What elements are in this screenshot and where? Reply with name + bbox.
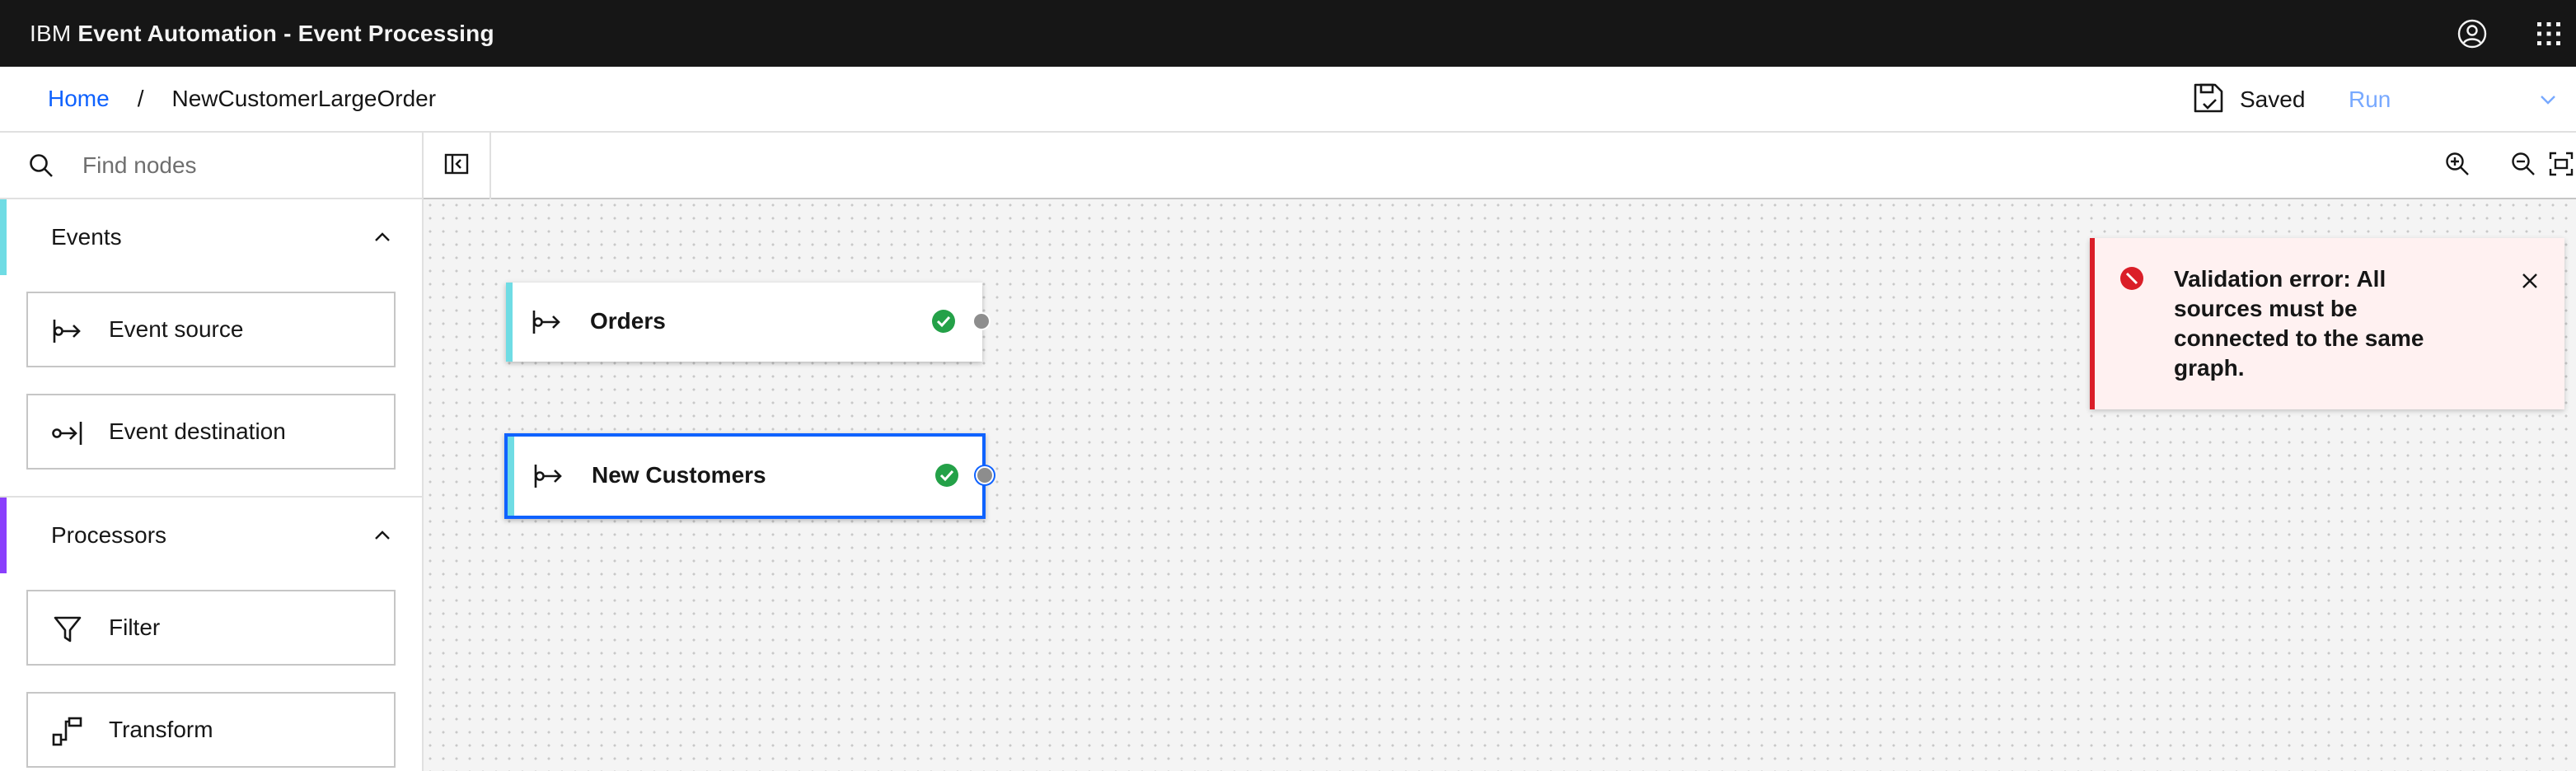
brand-name: IBM bbox=[30, 20, 72, 46]
node-accent bbox=[508, 437, 514, 516]
run-label: Run bbox=[2349, 86, 2391, 112]
section-title: Events bbox=[51, 224, 122, 250]
section-title: Processors bbox=[51, 522, 167, 548]
section-events-header[interactable]: Events bbox=[0, 199, 422, 275]
section-accent bbox=[0, 498, 7, 573]
palette-item-transform[interactable]: Transform bbox=[26, 692, 396, 768]
canvas-toolbar bbox=[424, 133, 2576, 199]
chevron-down-icon[interactable] bbox=[2538, 90, 2558, 114]
side-panel-close-icon bbox=[444, 152, 469, 180]
checkmark-filled-icon bbox=[934, 463, 959, 492]
filter-icon bbox=[51, 613, 84, 650]
collapse-palette-button[interactable] bbox=[424, 133, 491, 199]
toast-message: Validation error: All sources must be co… bbox=[2174, 266, 2424, 381]
node-label: Orders bbox=[590, 308, 666, 334]
app-switcher-icon[interactable] bbox=[2522, 0, 2576, 67]
canvas-node-new-customers[interactable]: New Customers bbox=[504, 433, 994, 519]
chevron-up-icon[interactable] bbox=[372, 526, 392, 549]
event-source-icon bbox=[532, 460, 565, 497]
run-button[interactable]: Run bbox=[2349, 67, 2576, 133]
palette-item-event-source[interactable]: Event source bbox=[26, 292, 396, 367]
section-processors-header[interactable]: Processors bbox=[0, 498, 422, 573]
top-header: IBM Event Automation - Event Processing bbox=[0, 0, 2576, 67]
user-avatar-icon[interactable] bbox=[2439, 0, 2505, 67]
zoom-out-icon bbox=[2510, 151, 2536, 181]
palette-item-label: Transform bbox=[109, 717, 213, 742]
save-icon bbox=[2192, 82, 2225, 119]
breadcrumb-separator: / bbox=[137, 86, 144, 111]
breadcrumb-current: NewCustomerLargeOrder bbox=[171, 86, 437, 111]
error-filled-icon bbox=[2119, 266, 2144, 295]
zoom-in-icon bbox=[2444, 151, 2471, 181]
palette-item-event-destination[interactable]: Event destination bbox=[26, 394, 396, 470]
palette-item-label: Event destination bbox=[109, 418, 286, 444]
breadcrumb-home-link[interactable]: Home bbox=[48, 86, 110, 112]
fit-to-screen-button[interactable] bbox=[2546, 133, 2576, 199]
validation-error-toast: Validation error: All sources must be co… bbox=[2090, 238, 2564, 409]
zoom-in-button[interactable] bbox=[2424, 133, 2490, 199]
search-input[interactable] bbox=[82, 147, 412, 184]
output-port[interactable] bbox=[976, 466, 994, 484]
output-port[interactable] bbox=[972, 312, 991, 330]
node-palette: Events Event source Event destination Pr… bbox=[0, 133, 424, 771]
palette-item-label: Filter bbox=[109, 614, 161, 640]
event-source-icon bbox=[531, 306, 564, 343]
node-accent bbox=[506, 283, 513, 362]
close-icon[interactable] bbox=[2517, 268, 2543, 294]
event-source-icon bbox=[51, 315, 84, 352]
save-status[interactable]: Saved bbox=[2192, 67, 2305, 133]
section-accent bbox=[0, 199, 7, 275]
chevron-up-icon[interactable] bbox=[372, 227, 392, 251]
search-icon bbox=[28, 152, 54, 183]
transform-icon bbox=[51, 715, 84, 752]
node-search bbox=[0, 133, 422, 199]
checkmark-filled-icon bbox=[931, 309, 956, 338]
node-label: New Customers bbox=[592, 462, 766, 488]
canvas-node-orders[interactable]: Orders bbox=[506, 283, 991, 362]
product-name: Event Automation - Event Processing bbox=[77, 20, 494, 46]
saved-label: Saved bbox=[2240, 86, 2306, 112]
event-destination-icon bbox=[51, 417, 84, 454]
app-title: IBM Event Automation - Event Processing bbox=[30, 21, 494, 47]
breadcrumb: Home / NewCustomerLargeOrder Saved Run bbox=[0, 67, 2576, 133]
fit-to-screen-icon bbox=[2549, 152, 2574, 180]
palette-item-filter[interactable]: Filter bbox=[26, 590, 396, 666]
palette-item-label: Event source bbox=[109, 316, 244, 342]
